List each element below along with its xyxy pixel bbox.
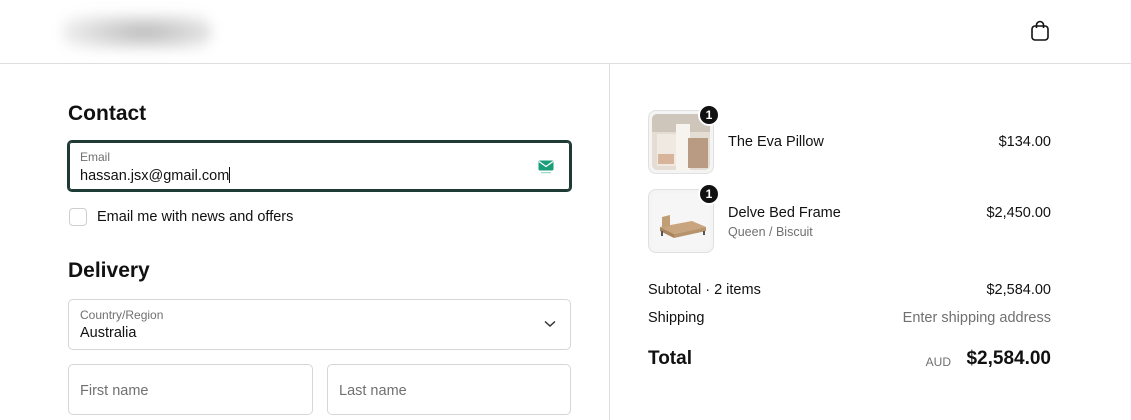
- product-thumbnail: 1: [648, 104, 720, 174]
- item-variant: Queen / Biscuit: [728, 225, 813, 239]
- first-name-field[interactable]: First name: [68, 364, 313, 415]
- newsletter-label[interactable]: Email me with news and offers: [97, 209, 293, 225]
- chevron-down-icon: [544, 320, 556, 328]
- country-select-label: Country/Region: [80, 308, 164, 322]
- total-currency: AUD: [925, 355, 951, 369]
- total-amount: $2,584.00: [966, 348, 1051, 369]
- email-field-label: Email: [80, 150, 111, 164]
- item-price: $134.00: [998, 134, 1051, 150]
- last-name-field[interactable]: Last name: [327, 364, 571, 415]
- email-field-value: hassan.jsx@gmail.com: [80, 168, 230, 184]
- email-verify-icon[interactable]: [538, 160, 554, 174]
- item-price: $2,450.00: [986, 205, 1051, 221]
- email-field[interactable]: Email hassan.jsx@gmail.com: [67, 140, 572, 192]
- subtotal-value: $2,584.00: [986, 282, 1051, 298]
- product-thumbnail: 1: [648, 183, 720, 253]
- shipping-value: Enter shipping address: [902, 310, 1051, 326]
- quantity-badge: 1: [698, 104, 720, 126]
- shipping-label: Shipping: [648, 310, 705, 326]
- item-name: The Eva Pillow: [728, 134, 824, 150]
- order-summary: 1 The Eva Pillow $134.00 1 Delve Bed Fra…: [610, 64, 1131, 420]
- shopping-bag-icon: [1031, 20, 1049, 41]
- checkout-form: Contact Email hassan.jsx@gmail.com Email…: [0, 64, 610, 420]
- subtotal-label: Subtotal · 2 items: [648, 282, 761, 298]
- newsletter-checkbox[interactable]: [69, 208, 87, 226]
- contact-heading: Contact: [68, 102, 147, 125]
- site-header: [0, 0, 1131, 64]
- last-name-placeholder: Last name: [339, 383, 407, 399]
- cart-button[interactable]: [1026, 18, 1054, 44]
- text-caret: [229, 167, 231, 183]
- first-name-placeholder: First name: [80, 383, 149, 399]
- delivery-heading: Delivery: [68, 259, 150, 282]
- total-label: Total: [648, 348, 692, 369]
- store-logo[interactable]: [62, 14, 212, 50]
- country-select[interactable]: Country/Region Australia: [68, 299, 571, 350]
- item-name: Delve Bed Frame: [728, 205, 841, 221]
- quantity-badge: 1: [698, 183, 720, 205]
- country-select-value: Australia: [80, 325, 137, 341]
